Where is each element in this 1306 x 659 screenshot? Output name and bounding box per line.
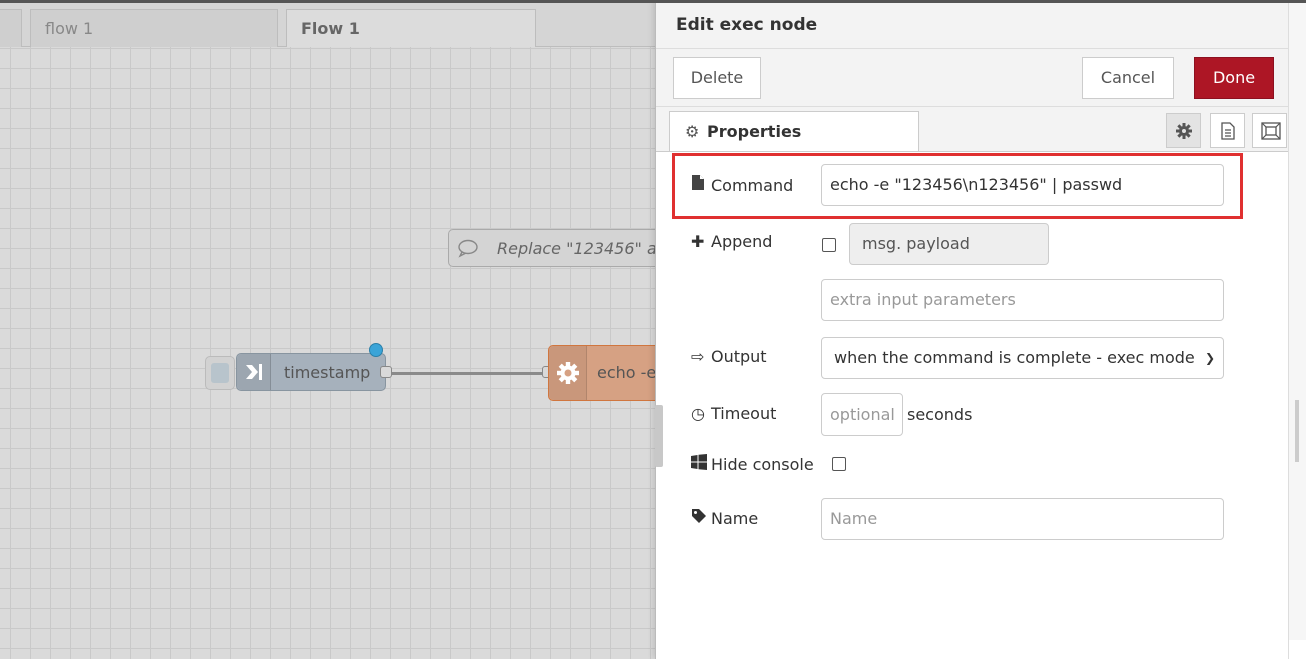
tab-properties[interactable]: ⚙ Properties [669, 111, 919, 152]
sidebar-edge-bottom [1289, 640, 1306, 659]
timeout-input[interactable]: optional [821, 393, 903, 436]
tab-label: Flow 1 [301, 19, 360, 38]
output-label: ⇨ Output [691, 347, 767, 366]
inject-trigger-button[interactable] [205, 356, 235, 390]
gear-icon [1176, 123, 1192, 139]
inject-arrow-icon [237, 354, 271, 390]
clock-icon: ◷ [691, 404, 705, 423]
hide-console-label: Hide console [691, 454, 814, 474]
extra-parameters-placeholder: extra input parameters [830, 290, 1016, 309]
delete-button[interactable]: Delete [673, 57, 761, 99]
exec-node[interactable]: echo -e [548, 345, 660, 401]
output-selected-value: when the command is complete - exec mode [834, 348, 1195, 367]
inject-output-port[interactable] [380, 366, 392, 378]
tray-header: Edit exec node [656, 0, 1289, 49]
inject-node[interactable]: timestamp [236, 353, 386, 391]
sign-out-icon: ⇨ [691, 347, 705, 366]
plus-icon: ✚ [691, 232, 705, 251]
inject-node-label: timestamp [284, 363, 371, 382]
tab-scroll-left[interactable] [0, 9, 22, 47]
done-button[interactable]: Done [1194, 57, 1274, 99]
wire[interactable] [392, 372, 548, 375]
cancel-button[interactable]: Cancel [1082, 57, 1174, 99]
timeout-label: ◷ Timeout [691, 404, 776, 423]
command-input[interactable]: echo -e "123456\n123456" | passwd [821, 164, 1224, 206]
node-properties-button[interactable] [1166, 113, 1201, 148]
tab-properties-label: Properties [707, 122, 802, 141]
append-checkbox[interactable] [822, 238, 836, 252]
name-label-text: Name [711, 509, 759, 528]
file-icon [691, 174, 711, 195]
sidebar-resize-handle[interactable] [1295, 400, 1299, 462]
name-placeholder: Name [830, 509, 878, 528]
append-label: ✚ Append [691, 232, 772, 251]
timeout-label-text: Timeout [711, 404, 777, 423]
command-label-text: Command [711, 176, 794, 195]
comment-node[interactable]: Replace "123456" a [448, 229, 660, 267]
editor-tab-bar: ⚙ Properties [656, 107, 1289, 152]
node-appearance-button[interactable] [1252, 113, 1287, 148]
tray-toolbar: Delete Cancel Done [656, 49, 1289, 107]
extra-parameters-input[interactable]: extra input parameters [821, 279, 1224, 321]
tag-icon [691, 508, 711, 528]
command-label: Command [691, 174, 793, 195]
msg-payload-field: msg. payload [849, 223, 1049, 265]
edit-tray: Edit exec node Delete Cancel Done ⚙ Prope… [655, 0, 1289, 659]
tab-flow-1-active[interactable]: Flow 1 [286, 9, 536, 47]
output-label-text: Output [711, 347, 767, 366]
exec-node-label: echo -e [597, 363, 657, 382]
windows-icon [691, 454, 711, 474]
top-bar [0, 0, 1306, 3]
properties-form: Command echo -e "123456\n123456" | passw… [656, 151, 1289, 659]
output-select[interactable]: when the command is complete - exec mode… [821, 337, 1224, 379]
chevron-down-icon: ❯ [1204, 351, 1215, 365]
hide-console-checkbox[interactable] [832, 457, 846, 471]
node-description-button[interactable] [1210, 113, 1245, 148]
timeout-placeholder: optional [830, 405, 895, 424]
flow-tab-bar: flow 1 Flow 1 [0, 3, 660, 47]
tab-label: flow 1 [45, 19, 94, 38]
flow-canvas[interactable]: flow 1 Flow 1 Replace "123456" a timesta… [0, 0, 660, 659]
tray-title: Edit exec node [676, 15, 818, 35]
gear-icon: ⚙ [685, 122, 700, 141]
hide-console-label-text: Hide console [711, 455, 814, 474]
name-input[interactable]: Name [821, 498, 1224, 540]
appearance-icon [1261, 122, 1281, 140]
sidebar-edge [1288, 0, 1306, 659]
tab-flow-1-inactive[interactable]: flow 1 [30, 9, 278, 47]
comment-icon [458, 239, 478, 258]
comment-text: Replace "123456" a [497, 239, 657, 258]
timeout-unit: seconds [907, 405, 973, 424]
gear-icon [549, 346, 587, 400]
tray-resize-handle[interactable] [655, 405, 663, 467]
name-label: Name [691, 508, 758, 528]
document-icon [1221, 122, 1235, 140]
inject-trigger-face [211, 363, 229, 383]
changed-indicator-dot [369, 343, 383, 357]
append-label-text: Append [711, 232, 773, 251]
